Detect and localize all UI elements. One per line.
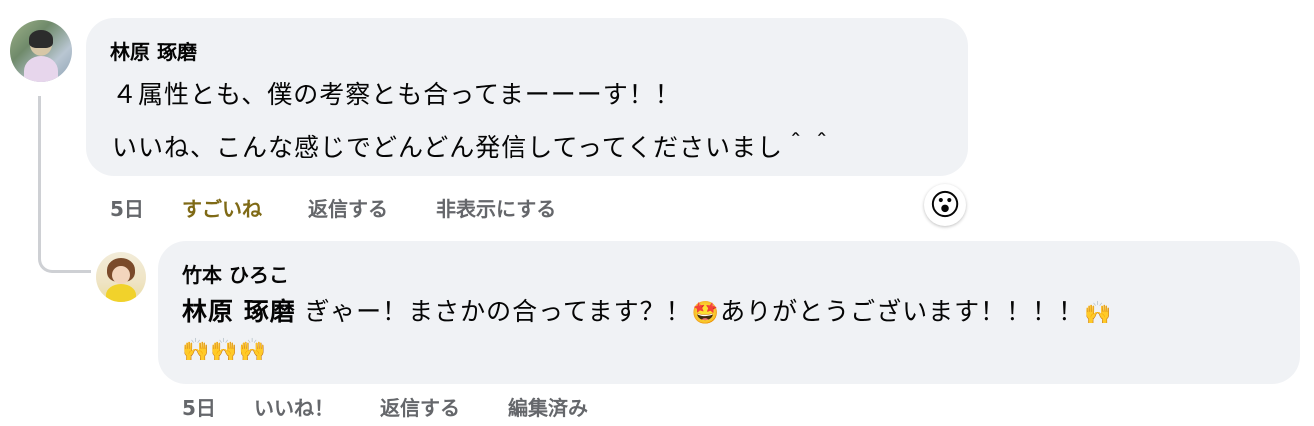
comment-author-name[interactable]: 林原 琢磨 bbox=[110, 36, 197, 65]
star-struck-emoji-icon: 🤩 bbox=[691, 301, 721, 326]
reply-mention-link[interactable]: 林原 琢磨 bbox=[182, 297, 296, 326]
reply-text-line1: 林原 琢磨 ぎゃー！まさかの合ってます？！🤩ありがとうございます！！！！🙌 bbox=[182, 292, 1113, 328]
reply-edited-label: 編集済み bbox=[508, 396, 588, 420]
comment-text-line1: ４属性とも、僕の考察とも合ってまーーーす！！ bbox=[112, 80, 681, 109]
avatar-face bbox=[112, 266, 130, 284]
reply-text-part1: ぎゃー！まさかの合ってます？！ bbox=[304, 297, 692, 326]
reply-like-button[interactable]: いいね！ bbox=[254, 392, 334, 421]
reply-reply-button[interactable]: 返信する bbox=[380, 392, 460, 421]
avatar-hair bbox=[29, 30, 53, 48]
thread-connector-line bbox=[38, 96, 91, 273]
avatar-shirt bbox=[106, 284, 136, 302]
comment-text-line2: いいね、こんな感じでどんどん発信してってくださいまし＾＾ bbox=[112, 133, 836, 162]
reply-text-part2: ありがとうございます！！！！ bbox=[720, 297, 1085, 326]
raising-hands-emoji-icon: 🙌 bbox=[1084, 301, 1113, 326]
comment-reply-button[interactable]: 返信する bbox=[308, 193, 388, 222]
reply-timestamp[interactable]: 5日 bbox=[182, 392, 216, 421]
raising-hands-emoji-row: 🙌🙌🙌 bbox=[182, 338, 268, 363]
comment-like-button[interactable]: すごいね bbox=[182, 193, 262, 222]
reaction-wow-icon[interactable]: 😮 bbox=[924, 184, 966, 226]
avatar-shirt bbox=[24, 56, 58, 82]
comment-hide-button[interactable]: 非表示にする bbox=[436, 193, 556, 222]
avatar-replier[interactable] bbox=[96, 252, 146, 302]
comment-timestamp[interactable]: 5日 bbox=[110, 193, 144, 222]
reply-author-name[interactable]: 竹本 ひろこ bbox=[182, 259, 289, 288]
avatar-commenter[interactable] bbox=[10, 20, 72, 82]
